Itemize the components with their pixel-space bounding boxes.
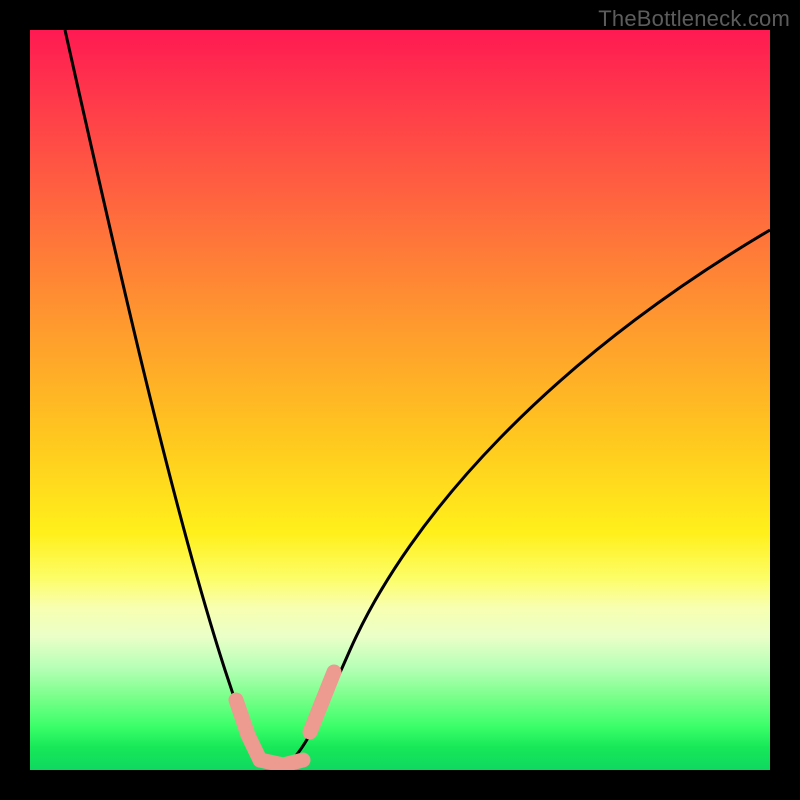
watermark-text: TheBottleneck.com	[598, 6, 790, 32]
plot-area	[30, 30, 770, 770]
marker-group	[236, 672, 334, 765]
curve-svg	[30, 30, 770, 770]
marker-seg	[322, 672, 334, 702]
marker-seg	[283, 760, 303, 765]
bottleneck-curve	[65, 30, 770, 768]
